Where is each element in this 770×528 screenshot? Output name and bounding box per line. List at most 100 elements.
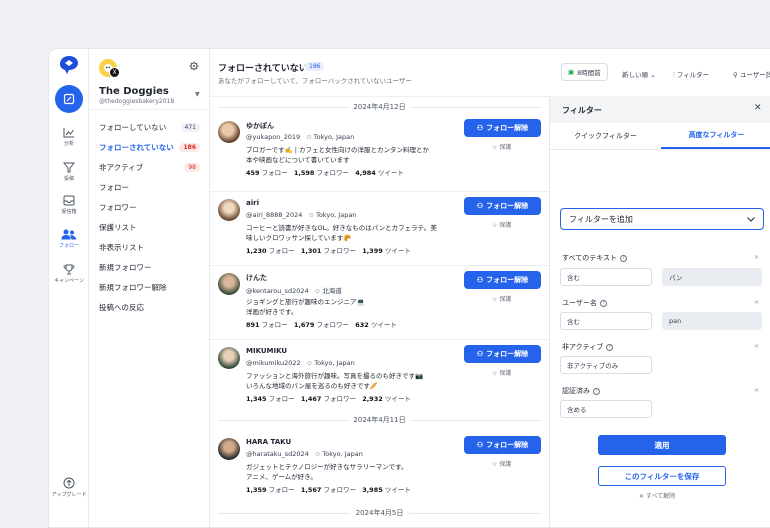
trophy-icon — [63, 264, 75, 275]
rail-item-inbox[interactable]: 受信箱 — [49, 195, 89, 215]
account-switch-chevron-icon[interactable]: ▼ — [195, 91, 200, 98]
info-icon[interactable]: ? — [606, 343, 614, 351]
toolbar: ▣ 8時間前 新しい順 ⌄ ⫶ フィルター ⚲ ユーザー詳細 ··· — [549, 49, 770, 96]
protect-toggle[interactable]: ☆ 保護 — [492, 368, 511, 377]
user-meta: @kentarou_sd2024 ⊙ 北海道 — [246, 285, 342, 295]
divider — [210, 191, 549, 192]
nav-item-following[interactable]: フォロー — [89, 177, 210, 197]
nav-item-hidden-list[interactable]: 非表示リスト — [89, 237, 210, 257]
icon-rail: 分析 投稿 受信箱 フォロー キャンペーン アップグレード — [49, 49, 89, 527]
tab-quick-filter[interactable]: クイックフィルター — [550, 123, 661, 149]
gear-icon[interactable] — [189, 61, 199, 71]
user-minus-icon: ⚇ — [476, 125, 484, 132]
protect-toggle[interactable]: ☆ 保護 — [492, 220, 511, 229]
filter-operator-select[interactable]: 含める — [560, 400, 652, 418]
user-name[interactable]: MIKUMIKU — [246, 347, 287, 355]
user-minus-icon: ⚇ — [476, 277, 484, 284]
info-icon[interactable]: ? — [593, 387, 600, 395]
divider — [550, 149, 770, 150]
unfollow-button[interactable]: ⚇ フォロー解除 — [464, 345, 541, 363]
avatar[interactable] — [218, 121, 240, 143]
protect-toggle[interactable]: ☆ 保護 — [492, 459, 511, 468]
date-label: 2024年4月12日 — [347, 102, 412, 112]
filter-label-all-text: すべてのテキスト? — [562, 253, 628, 263]
unfollow-button[interactable]: ⚇ フォロー解除 — [464, 271, 541, 289]
info-icon[interactable]: ? — [620, 254, 628, 262]
filter-value-input[interactable]: パン — [662, 268, 762, 286]
nav-item-new-followers[interactable]: 新規フォロワー — [89, 257, 210, 277]
pencil-icon — [63, 93, 75, 105]
user-handle[interactable]: @harataku_sd2024 — [246, 450, 309, 458]
protect-toggle[interactable]: ☆ 保護 — [492, 294, 511, 303]
following-label: フォロー — [261, 169, 288, 177]
remove-filter-icon[interactable]: ✕ — [754, 343, 759, 350]
sliders-icon: ⫶ — [673, 71, 675, 79]
protect-label: 保護 — [499, 144, 512, 151]
filter-operator-select[interactable]: 含む — [560, 268, 652, 286]
followers-count: 1,467 — [300, 395, 322, 403]
user-name[interactable]: ゆかぽん — [246, 121, 274, 131]
user-handle[interactable]: @airi_8888_2024 — [246, 211, 302, 219]
save-filter-button[interactable]: このフィルターを保存 — [598, 466, 726, 486]
remove-filter-icon[interactable]: ✕ — [754, 254, 759, 261]
user-stats: 1,359 フォロー 1,567 フォロワー 3,985 ツイート — [246, 484, 411, 494]
user-location: Tokyo, Japan — [322, 450, 363, 458]
nav-item-inactive[interactable]: 非アクティブ 98 — [89, 157, 210, 177]
location-pin-icon: ⊙ — [314, 450, 321, 458]
nav-item-protected-list[interactable]: 保護リスト — [89, 217, 210, 237]
user-name[interactable]: けんた — [246, 273, 267, 283]
last-updated-chip[interactable]: ▣ 8時間前 — [561, 63, 608, 81]
user-stats: 459 フォロー 1,598 フォロワー 4,984 ツイート — [246, 167, 404, 177]
user-details-button[interactable]: ⚲ ユーザー詳細 — [733, 69, 770, 79]
avatar[interactable] — [218, 199, 240, 221]
nav-item-not-followed-back[interactable]: フォローされていない 186 — [89, 137, 210, 157]
apply-button[interactable]: 適用 — [598, 435, 726, 455]
unfollow-button[interactable]: ⚇ フォロー解除 — [464, 436, 541, 454]
rail-item-upgrade[interactable]: アップグレード — [49, 477, 89, 498]
unfollow-button[interactable]: ⚇ フォロー解除 — [464, 119, 541, 137]
avatar[interactable] — [218, 438, 240, 460]
rail-label-upgrade: アップグレード — [51, 492, 87, 498]
user-name[interactable]: airi — [246, 199, 259, 207]
filter-label-inactive: 非アクティブ? — [562, 342, 614, 352]
app-logo-icon[interactable] — [59, 55, 79, 75]
location-pin-icon: ⊙ — [306, 359, 313, 367]
rail-item-follow[interactable]: フォロー — [49, 229, 89, 249]
info-icon[interactable]: ? — [599, 299, 607, 307]
rail-item-analytics[interactable]: 分析 — [49, 127, 89, 147]
remove-filter-icon[interactable]: ✕ — [754, 387, 759, 394]
filter-value-input[interactable]: pan — [662, 312, 762, 330]
close-icon[interactable]: ✕ — [754, 103, 762, 113]
filter-operator-select[interactable]: 非アクティブのみ — [560, 356, 652, 374]
account-name[interactable]: The Doggies — [99, 86, 169, 97]
protect-toggle[interactable]: ☆ 保護 — [492, 142, 511, 151]
nav-item-not-following[interactable]: フォローしていない 471 — [89, 117, 210, 137]
rail-item-post[interactable]: 投稿 — [49, 162, 89, 182]
sort-dropdown[interactable]: 新しい順 ⌄ — [622, 69, 656, 79]
avatar[interactable] — [218, 273, 240, 295]
rail-item-campaign[interactable]: キャンペーン — [49, 264, 89, 284]
star-icon: ☆ — [492, 144, 498, 151]
filter-operator-select[interactable]: 含む — [560, 312, 652, 330]
remove-filter-icon[interactable]: ✕ — [754, 299, 759, 306]
tweets-count: 3,985 — [362, 486, 383, 494]
tweets-label: ツイート — [370, 321, 397, 329]
filter-button[interactable]: ⫶ フィルター — [673, 69, 709, 80]
user-handle[interactable]: @kentarou_sd2024 — [246, 287, 309, 295]
unfollow-button[interactable]: ⚇ フォロー解除 — [464, 197, 541, 215]
add-filter-select[interactable]: フィルターを追加 — [560, 208, 764, 230]
user-handle[interactable]: @yukapon_2019 — [246, 133, 300, 141]
unfollow-label: フォロー解除 — [486, 125, 529, 132]
rail-label-campaign: キャンペーン — [54, 278, 84, 284]
tab-advanced-filter[interactable]: 高度なフィルター — [661, 123, 770, 149]
user-name[interactable]: HARA TAKU — [246, 438, 291, 446]
nav-item-new-unfollowers[interactable]: 新規フォロワー解除 — [89, 277, 210, 297]
clear-all-link[interactable]: ✕ すべて解除 — [639, 491, 675, 500]
nav-item-followers[interactable]: フォロワー — [89, 197, 210, 217]
nav-item-post-reactions[interactable]: 投稿への反応 — [89, 297, 210, 317]
avatar[interactable] — [218, 347, 240, 369]
compose-button[interactable] — [55, 85, 83, 113]
followers-count: 1,301 — [300, 247, 322, 255]
user-handle[interactable]: @mikumiku2022 — [246, 359, 301, 367]
inbox-icon — [63, 195, 75, 206]
